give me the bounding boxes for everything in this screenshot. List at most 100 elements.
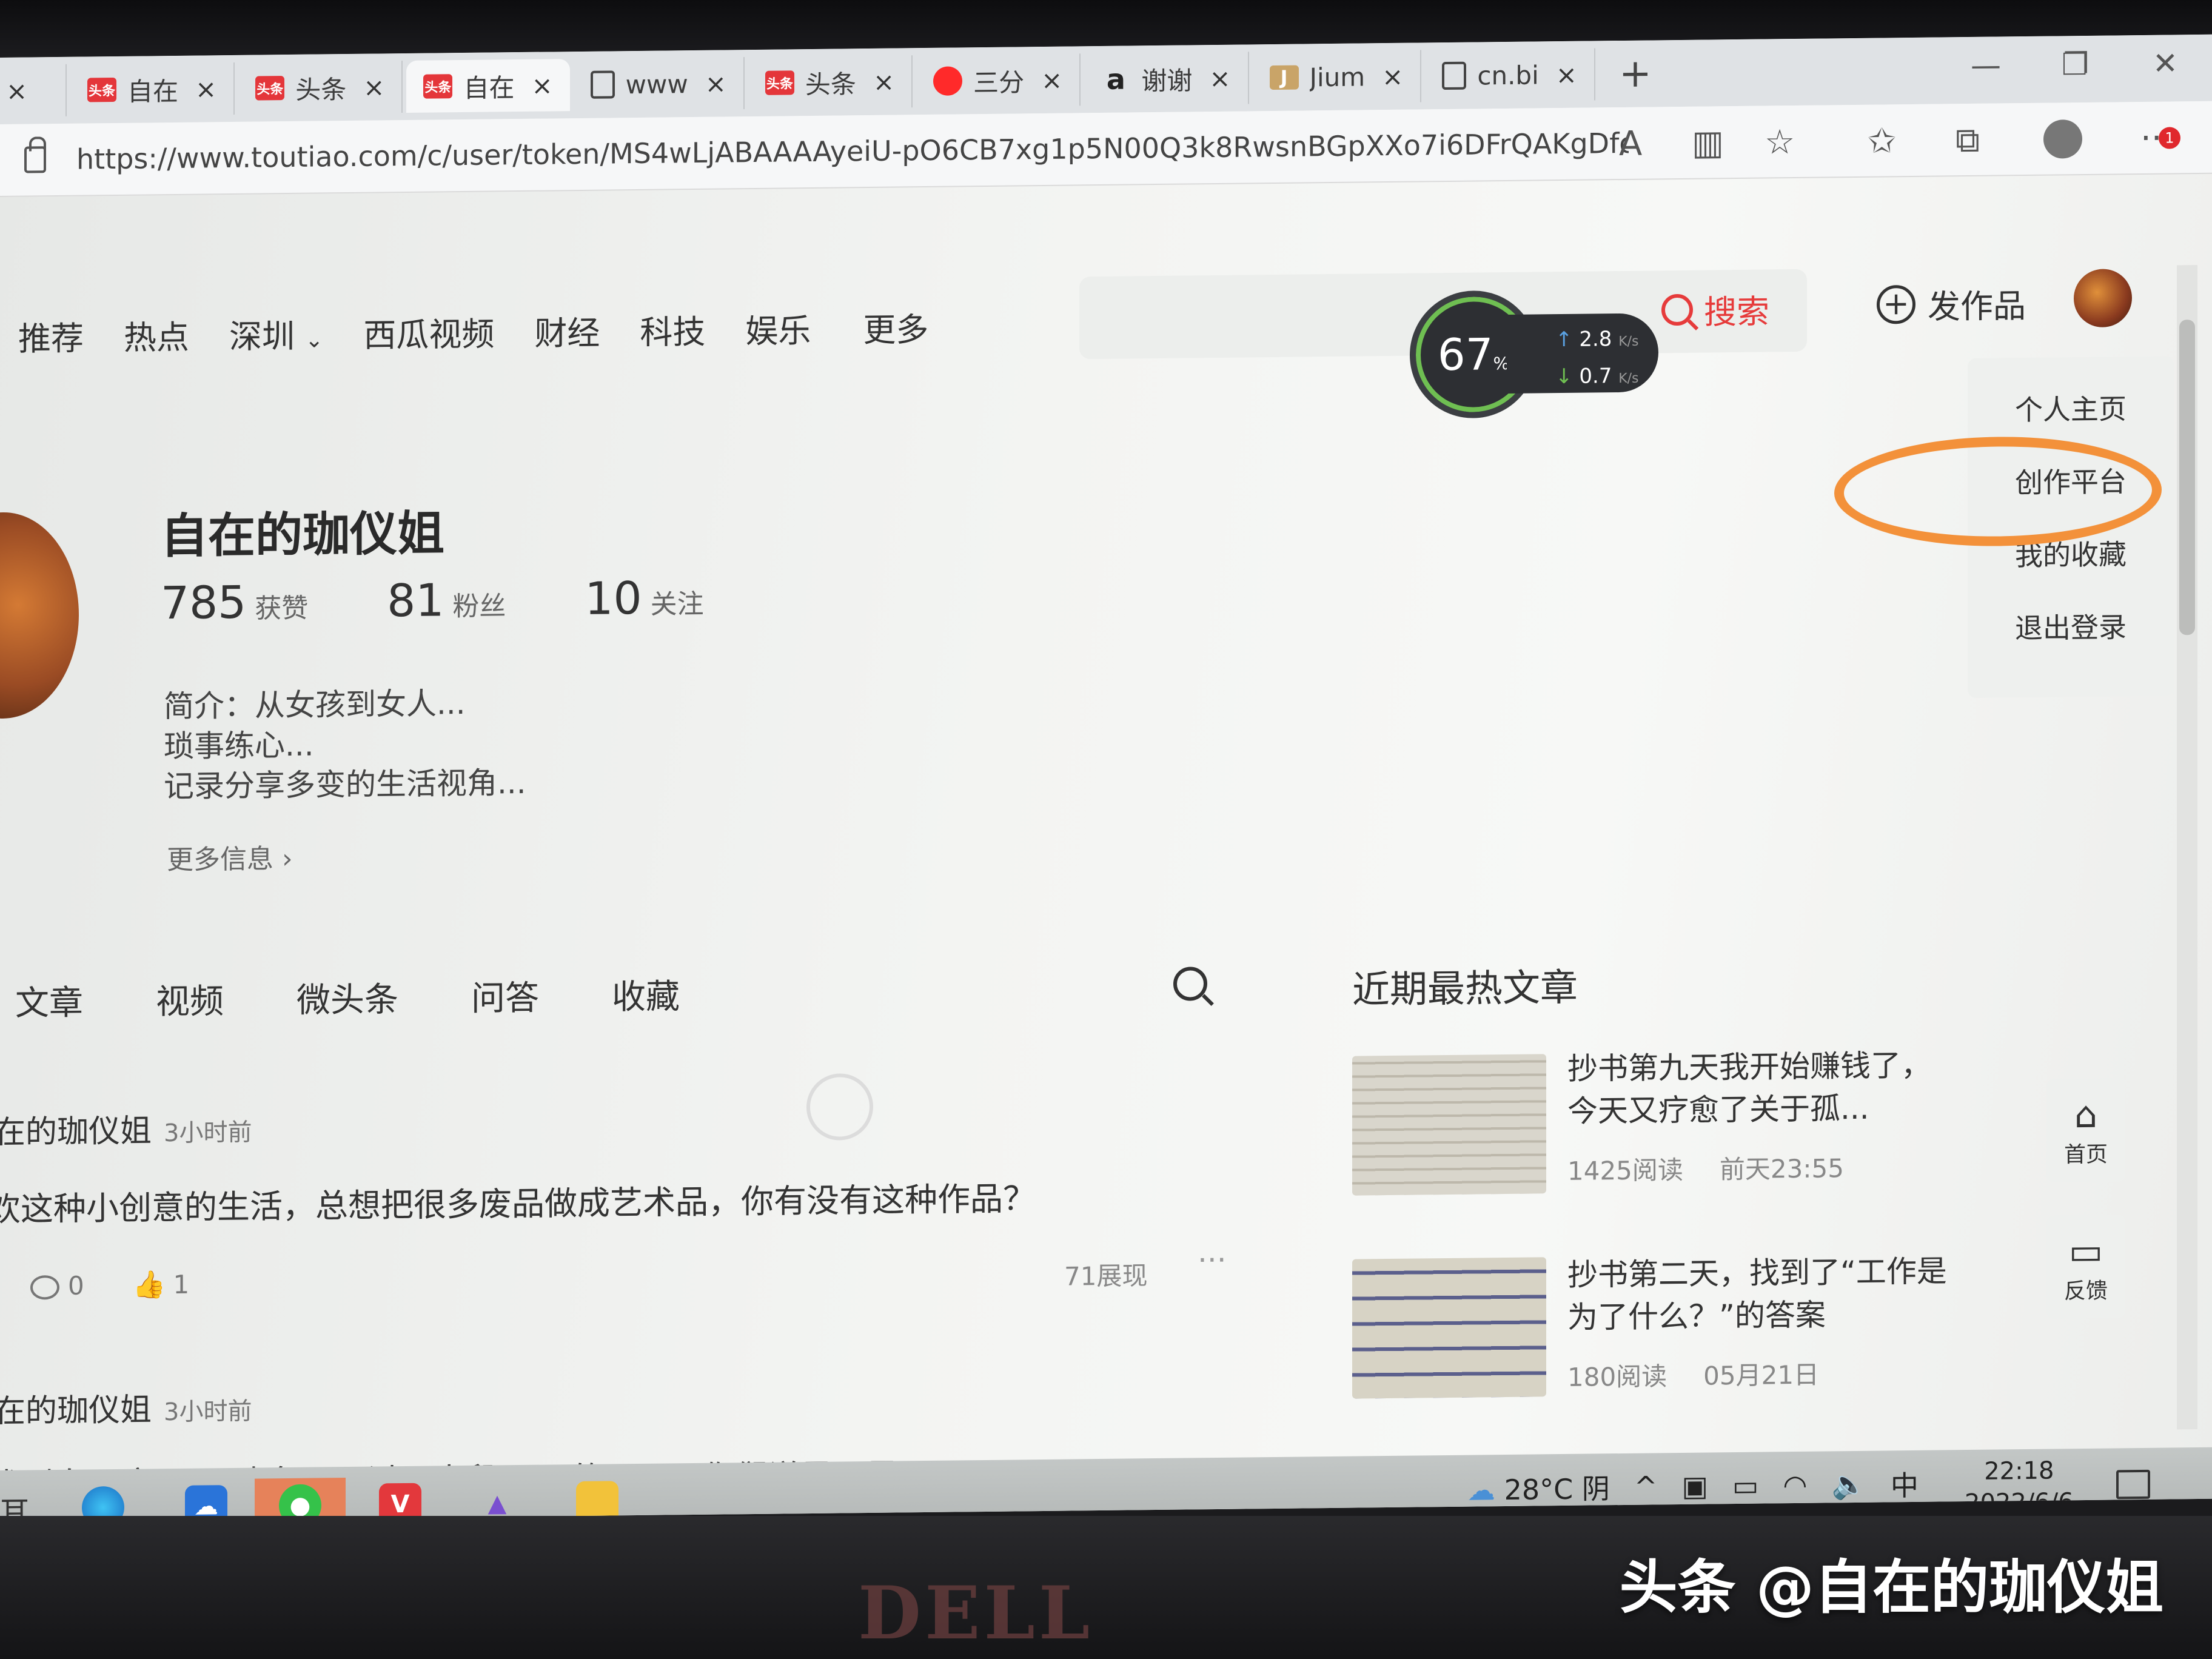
volume-icon[interactable]: 🔈	[1832, 1467, 1866, 1501]
close-icon[interactable]: ×	[531, 70, 552, 100]
upload-arrow-icon: ↑	[1555, 327, 1573, 352]
side-feedback-button[interactable]: ▭ 反馈	[2046, 1215, 2125, 1319]
comment-button[interactable]: 0	[30, 1270, 84, 1301]
stat-following[interactable]: 10 关注	[585, 572, 703, 625]
tab-title: 谢谢	[1141, 65, 1193, 96]
post-author[interactable]: 在的珈仪姐	[0, 1392, 152, 1430]
publish-button[interactable]: + 发作品	[1877, 279, 2026, 329]
close-icon[interactable]: ×	[1041, 65, 1062, 95]
browser-tab-6[interactable]: 三分 ×	[916, 53, 1081, 108]
clock-date: 2022/6/6	[1965, 1488, 2074, 1518]
like-button[interactable]: 👍 1	[133, 1269, 190, 1301]
browser-tab-4[interactable]: www ×	[573, 57, 745, 112]
nav-item-tech[interactable]: 科技	[640, 305, 705, 354]
more-options-icon[interactable]: ···	[1198, 1242, 1227, 1278]
profile-icon[interactable]	[2043, 119, 2082, 159]
post-text[interactable]: 欢这种小创意的生活，总想把很多废品做成艺术品，你有没有这种作品？	[0, 1171, 1036, 1230]
net-speeds: ↑ 2.8 K/s ↓ 0.7 K/s	[1507, 313, 1658, 394]
hot-article-title[interactable]: 抄书第二天，找到了“工作是为了什么？”的答案	[1567, 1250, 1956, 1339]
window-close-icon[interactable]: ✕	[2153, 45, 2178, 81]
url-field[interactable]: https://www.toutiao.com/c/user/token/MS4…	[76, 127, 1629, 176]
tab-articles[interactable]: 文章	[15, 976, 83, 1025]
nav-item-hot[interactable]: 热点	[124, 310, 189, 359]
stat-value: 785	[161, 576, 247, 630]
tab-videos[interactable]: 视频	[156, 974, 224, 1024]
restore-icon[interactable]: ❐	[2062, 47, 2089, 82]
read-aloud-icon[interactable]: A	[1619, 124, 1642, 164]
comment-icon	[30, 1275, 59, 1300]
weather-widget[interactable]: ☁ 28°C 阴	[1467, 1467, 1610, 1508]
hot-article-thumbnail[interactable]	[1352, 1257, 1546, 1399]
toutiao-icon: 头条	[423, 74, 453, 99]
browser-tab-8[interactable]: J Jium ×	[1252, 50, 1422, 104]
document-icon	[1442, 61, 1467, 90]
new-tab-button[interactable]: +	[1611, 51, 1660, 96]
lock-icon[interactable]	[24, 146, 46, 173]
side-feedback-label: 反馈	[2063, 1278, 2108, 1304]
search-button[interactable]: 搜索	[1661, 284, 1769, 333]
close-icon[interactable]: ×	[195, 74, 216, 104]
browser-tab-9[interactable]: cn.bi ×	[1425, 48, 1595, 102]
tab-qa[interactable]: 问答	[471, 971, 539, 1021]
post-time: 3小时前	[164, 1118, 252, 1148]
taskbar-app-4[interactable]: V	[355, 1476, 446, 1522]
add-favorite-icon[interactable]: ☆	[1765, 122, 1795, 163]
browser-tab-1[interactable]: 头条 自在 ×	[70, 62, 235, 116]
loading-spinner-icon	[806, 1073, 873, 1141]
nav-item-finance[interactable]: 财经	[534, 306, 600, 355]
nav-item-entertainment[interactable]: 娱乐	[745, 304, 811, 352]
taskbar-app-5[interactable]: ▲	[452, 1475, 543, 1522]
close-icon[interactable]: ×	[873, 67, 894, 96]
close-icon[interactable]: ×	[363, 72, 384, 102]
post-author[interactable]: 在的珈仪姐	[0, 1113, 152, 1151]
nav-item-more[interactable]: 更多	[863, 303, 928, 351]
minimize-icon[interactable]: —	[1971, 47, 2001, 83]
bio-line: 记录分享多变的生活视角...	[164, 765, 526, 805]
notification-center-icon[interactable]	[2116, 1469, 2150, 1500]
tab-micro-posts[interactable]: 微头条	[297, 972, 398, 1022]
nav-item-city[interactable]: 深圳 ⌄	[229, 309, 323, 358]
menu-item-logout[interactable]: 退出登录	[1968, 605, 2174, 680]
browser-tab-5[interactable]: 头条 头条 ×	[748, 55, 913, 110]
close-icon[interactable]: ×	[1556, 59, 1577, 89]
close-icon[interactable]: ×	[1209, 63, 1230, 93]
scrollbar-thumb[interactable]	[2179, 320, 2195, 635]
stat-fans[interactable]: 81 粉丝	[387, 574, 506, 627]
avatar[interactable]	[2074, 269, 2132, 328]
hot-article-title[interactable]: 抄书第九天我开始赚钱了，今天又疗愈了关于孤...	[1567, 1044, 1956, 1133]
nav-item-recommend[interactable]: 推荐	[18, 312, 84, 360]
taskbar-clock[interactable]: 22:18 2022/6/6	[1965, 1455, 2074, 1519]
tab-collections[interactable]: 收藏	[612, 969, 680, 1019]
tray-app-icon[interactable]: ▣	[1681, 1470, 1708, 1503]
clock-time: 22:18	[1984, 1456, 2054, 1486]
nav-item-xigua[interactable]: 西瓜视频	[363, 307, 494, 356]
close-icon[interactable]: ×	[705, 69, 726, 98]
bio-line: 琐事练心...	[164, 727, 314, 765]
input-method[interactable]: 中	[1891, 1464, 1919, 1504]
search-icon[interactable]	[1173, 967, 1207, 1001]
download-speed: 0.7	[1579, 364, 1612, 389]
stat-label: 粉丝	[452, 591, 506, 623]
collections-icon[interactable]: ⧉	[1956, 121, 1980, 161]
favorites-icon[interactable]: ✩	[1868, 121, 1896, 161]
browser-tab-partial[interactable]: ×	[0, 64, 67, 117]
close-icon[interactable]: ×	[6, 76, 27, 106]
tab-title: Jium	[1309, 61, 1366, 92]
reader-mode-icon[interactable]: ▥	[1692, 123, 1724, 163]
battery-icon[interactable]: ▭	[1732, 1469, 1758, 1502]
hot-article-thumbnail[interactable]	[1352, 1054, 1546, 1196]
toutiao-icon: 头条	[87, 77, 116, 102]
page-scrollbar[interactable]	[2177, 265, 2197, 1430]
notification-badge: 1	[2159, 127, 2180, 149]
wifi-icon[interactable]: ◠	[1783, 1469, 1807, 1501]
close-icon[interactable]: ×	[1382, 61, 1403, 91]
chevron-up-icon[interactable]: ^	[1634, 1470, 1658, 1503]
browser-tab-3-active[interactable]: 头条 自在 ×	[406, 59, 570, 113]
network-speed-widget[interactable]: 67% ↑ 2.8 K/s ↓ 0.7 K/s	[1410, 289, 1658, 419]
browser-tab-7[interactable]: a 谢谢 ×	[1084, 52, 1249, 106]
taskbar-file-explorer[interactable]	[552, 1474, 643, 1522]
side-home-button[interactable]: ⌂ 首页	[2046, 1078, 2125, 1182]
browser-tab-2[interactable]: 头条 头条 ×	[238, 61, 403, 115]
more-info-link[interactable]: 更多信息 ›	[167, 837, 293, 877]
download-unit: K/s	[1618, 370, 1639, 387]
